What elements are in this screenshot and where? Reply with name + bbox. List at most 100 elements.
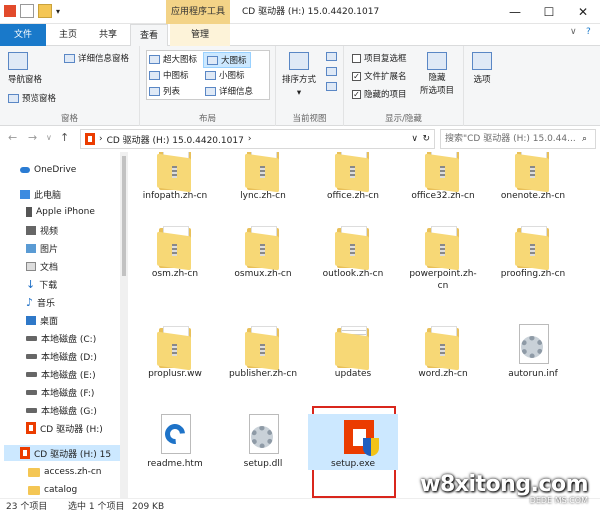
new-folder-icon[interactable] (38, 4, 52, 18)
file-tile[interactable]: outlook.zh-cn (308, 224, 398, 280)
address-dropdown-icon[interactable]: ∨ (411, 134, 418, 144)
preview-pane-icon (8, 93, 19, 103)
file-tile[interactable]: publisher.zh-cn (218, 324, 308, 380)
file-tile[interactable]: setup.dll (218, 414, 308, 470)
nav-drive-f[interactable]: 本地磁盘 (F:) (26, 384, 94, 400)
details-option[interactable]: 详细信息 (205, 85, 253, 97)
ribbon-collapse-icon[interactable]: ∨ (570, 27, 577, 37)
item-checkboxes-checkbox[interactable] (352, 53, 361, 63)
tab-manage[interactable]: 管理 (170, 24, 230, 46)
file-tile[interactable]: readme.htm (130, 414, 220, 470)
file-tile-selected[interactable]: setup.exe (308, 414, 398, 470)
sort-by-button[interactable]: 排序方式 ▾ (282, 52, 316, 98)
group-by-icon[interactable] (326, 52, 337, 61)
hidden-items-toggle[interactable]: ✓ 隐藏的项目 (352, 88, 407, 100)
nav-item-label: 此电脑 (34, 190, 62, 201)
nav-iphone[interactable]: Apple iPhone (26, 204, 95, 220)
item-checkboxes-toggle[interactable]: 项目复选框 (352, 52, 407, 64)
folder-icon (331, 224, 375, 271)
file-tile[interactable]: office32.zh-cn (398, 152, 488, 202)
nav-drive-c[interactable]: 本地磁盘 (C:) (26, 330, 96, 346)
up-icon[interactable]: ↑ (60, 131, 69, 144)
add-columns-icon[interactable] (326, 67, 337, 76)
nav-onedrive[interactable]: OneDrive (20, 162, 76, 178)
nav-drive-d[interactable]: 本地磁盘 (D:) (26, 348, 97, 364)
nav-cd-drive[interactable]: CD 驱动器 (H:) (26, 420, 103, 436)
tab-home[interactable]: 主页 (48, 24, 88, 46)
large-icons-option[interactable]: 大图标 (203, 52, 251, 68)
nav-downloads[interactable]: ↓ 下载 (26, 276, 57, 292)
nav-item-label: Apple iPhone (36, 207, 95, 217)
nav-pane-button[interactable]: 导航窗格 (8, 52, 42, 85)
file-tile[interactable]: word.zh-cn (398, 324, 488, 380)
picture-icon (26, 243, 36, 253)
nav-videos[interactable]: 视频 (26, 222, 58, 238)
nav-item-label: 本地磁盘 (D:) (41, 352, 97, 363)
nav-drive-g[interactable]: 本地磁盘 (G:) (26, 402, 97, 418)
file-tile[interactable]: powerpoint.zh-cn (398, 224, 488, 292)
nav-scrollbar-thumb[interactable] (122, 156, 126, 276)
nav-catalog[interactable]: catalog (28, 482, 77, 498)
nav-desktop[interactable]: 桌面 (26, 312, 58, 328)
nav-music[interactable]: ♪ 音乐 (26, 294, 55, 310)
medium-icons-option[interactable]: 中图标 (149, 69, 189, 81)
file-tile[interactable]: office.zh-cn (308, 152, 398, 202)
list-option[interactable]: 列表 (149, 85, 180, 97)
drive-icon (26, 371, 37, 377)
tab-file[interactable]: 文件 (0, 24, 46, 46)
hide-selected-button[interactable]: 隐藏 所选项目 (420, 52, 454, 96)
file-tile[interactable]: osm.zh-cn (130, 224, 220, 280)
recent-dropdown-icon[interactable]: ∨ (46, 133, 52, 142)
computer-icon (20, 189, 30, 199)
details-pane-button[interactable]: 详细信息窗格 (64, 52, 129, 64)
file-name: infopath.zh-cn (142, 191, 208, 201)
nav-access[interactable]: access.zh-cn (28, 464, 102, 480)
nav-pictures[interactable]: 图片 (26, 240, 58, 256)
nav-cd-drive-15[interactable]: CD 驱动器 (H:) 15 (4, 445, 120, 461)
nav-item-label: 本地磁盘 (E:) (41, 370, 96, 381)
options-button[interactable]: 选项 (472, 52, 492, 85)
file-tile[interactable]: infopath.zh-cn (130, 152, 220, 202)
file-tile[interactable]: onenote.zh-cn (488, 152, 578, 202)
file-tile[interactable]: lync.zh-cn (218, 152, 308, 202)
breadcrumb-chevron-icon[interactable]: › (248, 134, 252, 144)
size-columns-icon[interactable] (326, 82, 337, 91)
close-button[interactable]: ✕ (566, 0, 600, 24)
preview-pane-button[interactable]: 预览窗格 (8, 92, 56, 104)
maximize-button[interactable]: ☐ (532, 0, 566, 24)
office-setup-icon (331, 414, 379, 458)
search-icon[interactable]: ⌕ (582, 134, 587, 144)
minimize-button[interactable]: — (498, 0, 532, 24)
file-name: osmux.zh-cn (234, 269, 292, 279)
nav-drive-e[interactable]: 本地磁盘 (E:) (26, 366, 96, 382)
folder-icon (421, 224, 465, 271)
search-input[interactable]: 搜索"CD 驱动器 (H:) 15.0.44... (440, 129, 596, 149)
drive-icon (26, 335, 37, 341)
nav-this-pc[interactable]: 此电脑 (20, 186, 61, 202)
small-icons-icon (205, 70, 216, 80)
qat-dropdown-icon[interactable]: ▾ (56, 7, 60, 16)
address-field[interactable]: › CD 驱动器 (H:) 15.0.4420.1017 › ∨ ↻ (80, 129, 435, 149)
small-icons-option[interactable]: 小图标 (205, 69, 245, 81)
hidden-items-checkbox[interactable]: ✓ (352, 89, 361, 99)
tab-share[interactable]: 共享 (88, 24, 128, 46)
music-icon: ♪ (26, 295, 34, 309)
back-icon[interactable]: ← (8, 131, 17, 144)
tab-view[interactable]: 查看 (130, 24, 168, 47)
watermark-sub: DEDE MS.COM (529, 496, 588, 505)
breadcrumb[interactable]: CD 驱动器 (H:) 15.0.4420.1017 (107, 133, 244, 146)
forward-icon[interactable]: → (28, 131, 37, 144)
refresh-icon[interactable]: ↻ (422, 134, 430, 144)
file-tile[interactable]: proofing.zh-cn (488, 224, 578, 280)
file-tile[interactable]: proplusr.ww (130, 324, 220, 380)
properties-icon[interactable] (20, 4, 34, 18)
help-icon[interactable]: ? (586, 27, 591, 37)
file-tile[interactable]: updates (308, 324, 398, 380)
file-tile[interactable]: autorun.inf (488, 324, 578, 380)
file-extensions-checkbox[interactable]: ✓ (352, 71, 361, 81)
xl-icons-option[interactable]: 超大图标 (149, 53, 197, 65)
nav-documents[interactable]: 文档 (26, 258, 58, 274)
file-extensions-toggle[interactable]: ✓ 文件扩展名 (352, 70, 407, 82)
nav-scrollbar[interactable] (120, 152, 128, 498)
file-tile[interactable]: osmux.zh-cn (218, 224, 308, 280)
